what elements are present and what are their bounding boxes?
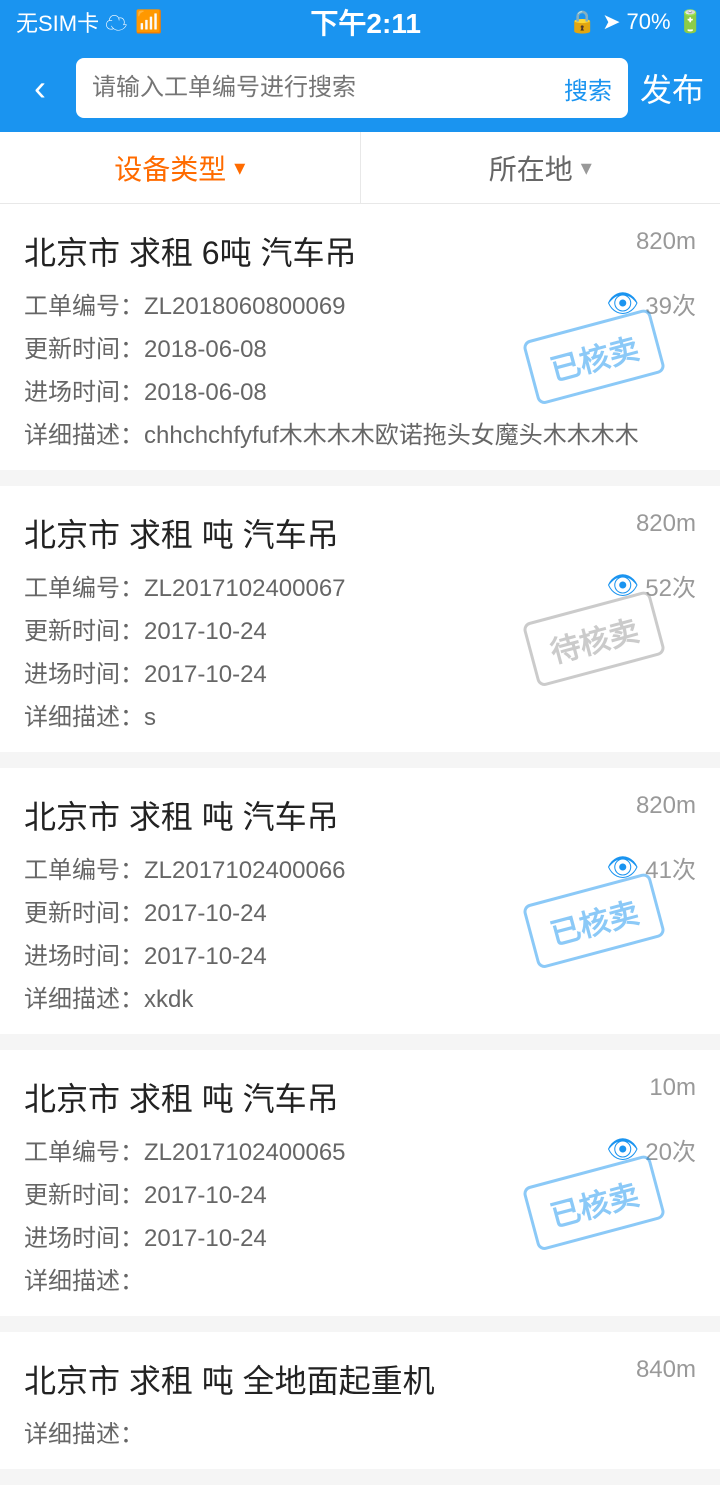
no-sim-label: 无SIM卡 ☁ [16, 6, 127, 38]
stamp-sold: 已核卖 [528, 1170, 660, 1236]
battery-label: 70% [627, 9, 671, 35]
wifi-icon: 📶 [135, 9, 162, 35]
location-icon: ➤ [602, 9, 620, 35]
title-row: 北京市 求租 吨 全地面起重机 840m [24, 1356, 696, 1402]
battery-icon: 🔋 [677, 9, 704, 35]
device-type-filter[interactable]: 设备类型 ▾ [0, 132, 361, 203]
order-no: 工单编号：ZL2017102400067 [24, 568, 346, 603]
list-item[interactable]: 北京市 求租 吨 汽车吊 820m 工单编号：ZL2017102400067 👁… [0, 486, 720, 752]
search-container: 搜索 [76, 58, 628, 118]
device-type-arrow-icon: ▾ [234, 155, 245, 181]
item-distance: 820m [636, 510, 696, 538]
description: 详细描述：xkdk [24, 979, 696, 1014]
item-title: 北京市 求租 吨 汽车吊 [24, 510, 339, 556]
update-time: 更新时间：2017-10-24 [24, 611, 267, 646]
order-row: 工单编号：ZL2017102400067 👁 52次 [24, 568, 696, 603]
description: 详细描述： [24, 1414, 696, 1449]
location-label: 所在地 [489, 148, 573, 188]
update-time: 更新时间：2017-10-24 [24, 1175, 267, 1210]
item-distance: 820m [636, 792, 696, 820]
location-filter[interactable]: 所在地 ▾ [361, 132, 720, 203]
view-count-label: 39次 [645, 286, 696, 321]
view-count-label: 52次 [645, 568, 696, 603]
description: 详细描述：s [24, 697, 696, 732]
search-button[interactable]: 搜索 [564, 71, 612, 106]
entry-time: 进场时间：2017-10-24 [24, 936, 267, 971]
order-no: 工单编号：ZL2018060800069 [24, 286, 346, 321]
description: 详细描述： [24, 1261, 696, 1296]
status-bar: 无SIM卡 ☁ 📶 下午2:11 🔒 ➤ 70% 🔋 [0, 0, 720, 44]
title-row: 北京市 求租 吨 汽车吊 10m [24, 1074, 696, 1120]
status-left: 无SIM卡 ☁ 📶 [16, 6, 163, 38]
location-arrow-icon: ▾ [581, 155, 592, 181]
list-item[interactable]: 北京市 求租 吨 汽车吊 820m 工单编号：ZL2017102400066 👁… [0, 768, 720, 1034]
description: 详细描述：chhchchfyfuf木木木木欧诺拖头女魔头木木木木 [24, 415, 696, 450]
entry-time: 进场时间：2018-06-08 [24, 372, 267, 407]
list-item[interactable]: 北京市 求租 6吨 汽车吊 820m 工单编号：ZL2018060800069 … [0, 204, 720, 470]
title-row: 北京市 求租 吨 汽车吊 820m [24, 792, 696, 838]
item-distance: 820m [636, 228, 696, 256]
lock-icon: 🔒 [569, 9, 596, 35]
stamp-pending: 待核卖 [528, 606, 660, 672]
item-title: 北京市 求租 吨 汽车吊 [24, 1074, 339, 1120]
title-row: 北京市 求租 6吨 汽车吊 820m [24, 228, 696, 274]
list-item[interactable]: 北京市 求租 吨 汽车吊 10m 工单编号：ZL2017102400065 👁 … [0, 1050, 720, 1316]
order-no: 工单编号：ZL2017102400065 [24, 1132, 346, 1167]
entry-time: 进场时间：2017-10-24 [24, 654, 267, 689]
item-title: 北京市 求租 6吨 汽车吊 [24, 228, 356, 274]
list-container: 北京市 求租 6吨 汽车吊 820m 工单编号：ZL2018060800069 … [0, 204, 720, 1469]
status-time: 下午2:11 [310, 2, 421, 42]
stamp-sold: 已核卖 [528, 888, 660, 954]
device-type-label: 设备类型 [114, 148, 226, 188]
update-time: 更新时间：2017-10-24 [24, 893, 267, 928]
view-count-label: 41次 [645, 850, 696, 885]
order-no: 工单编号：ZL2017102400066 [24, 850, 346, 885]
filter-bar: 设备类型 ▾ 所在地 ▾ [0, 132, 720, 204]
list-item[interactable]: 北京市 求租 吨 全地面起重机 840m 详细描述： [0, 1332, 720, 1469]
item-title: 北京市 求租 吨 汽车吊 [24, 792, 339, 838]
back-button[interactable]: ‹ [16, 67, 64, 109]
order-row: 工单编号：ZL2017102400065 👁 20次 [24, 1132, 696, 1167]
entry-time: 进场时间：2017-10-24 [24, 1218, 267, 1253]
nav-bar: ‹ 搜索 发布 [0, 44, 720, 132]
stamp-sold: 已核卖 [528, 324, 660, 390]
update-time: 更新时间：2018-06-08 [24, 329, 267, 364]
item-distance: 10m [649, 1074, 696, 1102]
order-row: 工单编号：ZL2018060800069 👁 39次 [24, 286, 696, 321]
title-row: 北京市 求租 吨 汽车吊 820m [24, 510, 696, 556]
search-input[interactable] [92, 74, 556, 102]
publish-button[interactable]: 发布 [640, 65, 704, 111]
item-title: 北京市 求租 吨 全地面起重机 [24, 1356, 435, 1402]
status-right: 🔒 ➤ 70% 🔋 [569, 9, 704, 35]
view-count-label: 20次 [645, 1132, 696, 1167]
item-distance: 840m [636, 1356, 696, 1384]
order-row: 工单编号：ZL2017102400066 👁 41次 [24, 850, 696, 885]
